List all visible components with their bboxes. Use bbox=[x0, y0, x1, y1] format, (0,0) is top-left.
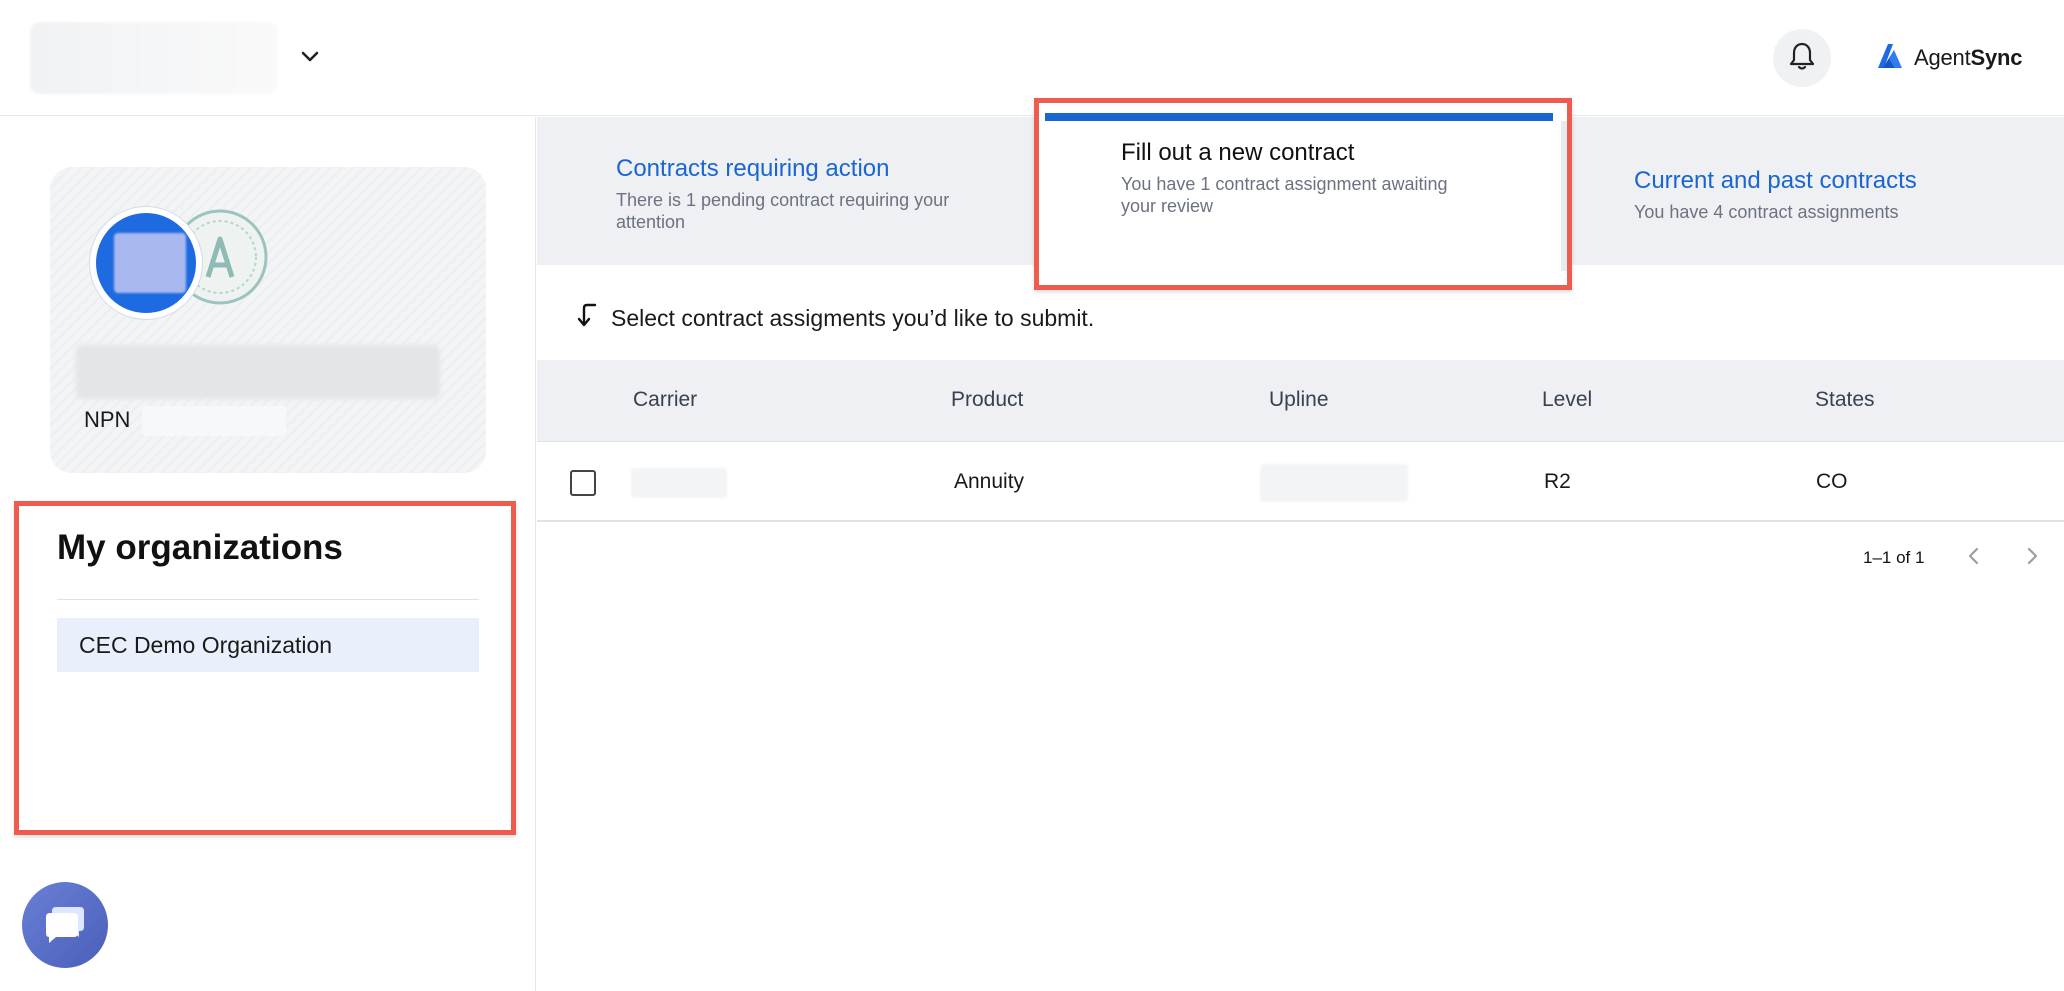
tab-fill-out-new-contract[interactable]: Fill out a new contract You have 1 contr… bbox=[1034, 98, 1572, 290]
instruction: Select contract assigments you’d like to… bbox=[577, 301, 1094, 335]
chevron-down-icon[interactable] bbox=[298, 44, 322, 68]
cell-product: Annuity bbox=[954, 470, 1025, 493]
chevron-left-icon bbox=[1967, 546, 1981, 571]
column-header-states[interactable]: States bbox=[1815, 388, 1875, 412]
divider bbox=[57, 599, 479, 600]
avatar bbox=[90, 207, 202, 319]
sidebar: NPN My organizations CEC Demo Organizati… bbox=[0, 117, 536, 991]
org-switcher[interactable] bbox=[30, 22, 278, 94]
column-header-carrier[interactable]: Carrier bbox=[633, 388, 697, 412]
tab-subtitle: There is 1 pending contract requiring yo… bbox=[616, 190, 950, 232]
tab-edge bbox=[1561, 121, 1567, 271]
tab-title: Current and past contracts bbox=[1634, 167, 1917, 194]
organization-item[interactable]: CEC Demo Organization bbox=[57, 618, 479, 672]
tab-subtitle: You have 1 contract assignment awaiting … bbox=[1121, 174, 1448, 216]
pagination-range: 1–1 of 1 bbox=[1863, 548, 1925, 567]
organizations-title: My organizations bbox=[57, 528, 343, 567]
column-header-level[interactable]: Level bbox=[1542, 388, 1592, 412]
profile-card: NPN bbox=[50, 167, 486, 473]
tab-current-and-past-contracts[interactable]: Current and past contracts You have 4 co… bbox=[1634, 167, 1994, 223]
logo-wordmark: AgentSync bbox=[1914, 45, 2023, 70]
npn-label: NPN bbox=[84, 407, 131, 432]
instruction-text: Select contract assigments you’d like to… bbox=[611, 304, 1095, 331]
organization-item-label: CEC Demo Organization bbox=[79, 631, 333, 658]
tab-title: Fill out a new contract bbox=[1121, 139, 1355, 166]
tab-content: Fill out a new contract You have 1 contr… bbox=[1121, 139, 1481, 217]
top-header: AgentSync bbox=[0, 0, 2064, 116]
upline-redacted bbox=[1260, 464, 1408, 502]
column-header-product[interactable]: Product bbox=[951, 388, 1023, 412]
chevron-right-icon bbox=[2025, 546, 2039, 571]
table-header: Carrier Product Upline Level States bbox=[537, 360, 2064, 442]
contracts-table: Carrier Product Upline Level States Annu… bbox=[537, 360, 2064, 522]
notifications-button[interactable] bbox=[1773, 29, 1831, 87]
main-content: Contracts requiring action There is 1 pe… bbox=[537, 98, 2064, 991]
agentsync-logo[interactable]: AgentSync bbox=[1874, 40, 2022, 76]
my-organizations-panel: My organizations CEC Demo Organization bbox=[14, 501, 516, 835]
tab-title: Contracts requiring action bbox=[616, 155, 890, 182]
active-tab-indicator bbox=[1045, 113, 1553, 121]
next-page-button[interactable] bbox=[2019, 545, 2045, 571]
profile-name-redacted bbox=[76, 345, 440, 399]
table-row[interactable]: Annuity R2 CO bbox=[537, 442, 2064, 522]
cell-level: R2 bbox=[1544, 470, 1571, 493]
chat-button[interactable] bbox=[22, 882, 108, 968]
previous-page-button[interactable] bbox=[1961, 545, 1987, 571]
chat-bubble-icon bbox=[42, 901, 88, 950]
turn-down-arrow-icon bbox=[577, 301, 599, 335]
row-checkbox[interactable] bbox=[570, 470, 596, 496]
tab-subtitle: You have 4 contract assignments bbox=[1634, 202, 1899, 222]
tab-contracts-requiring-action[interactable]: Contracts requiring action There is 1 pe… bbox=[616, 155, 976, 233]
carrier-redacted bbox=[631, 468, 727, 498]
agentsync-logo-icon bbox=[1874, 40, 1906, 77]
cell-states: CO bbox=[1816, 470, 1848, 493]
bell-icon bbox=[1788, 41, 1816, 76]
npn-value-redacted bbox=[142, 406, 286, 436]
column-header-upline[interactable]: Upline bbox=[1269, 388, 1329, 412]
